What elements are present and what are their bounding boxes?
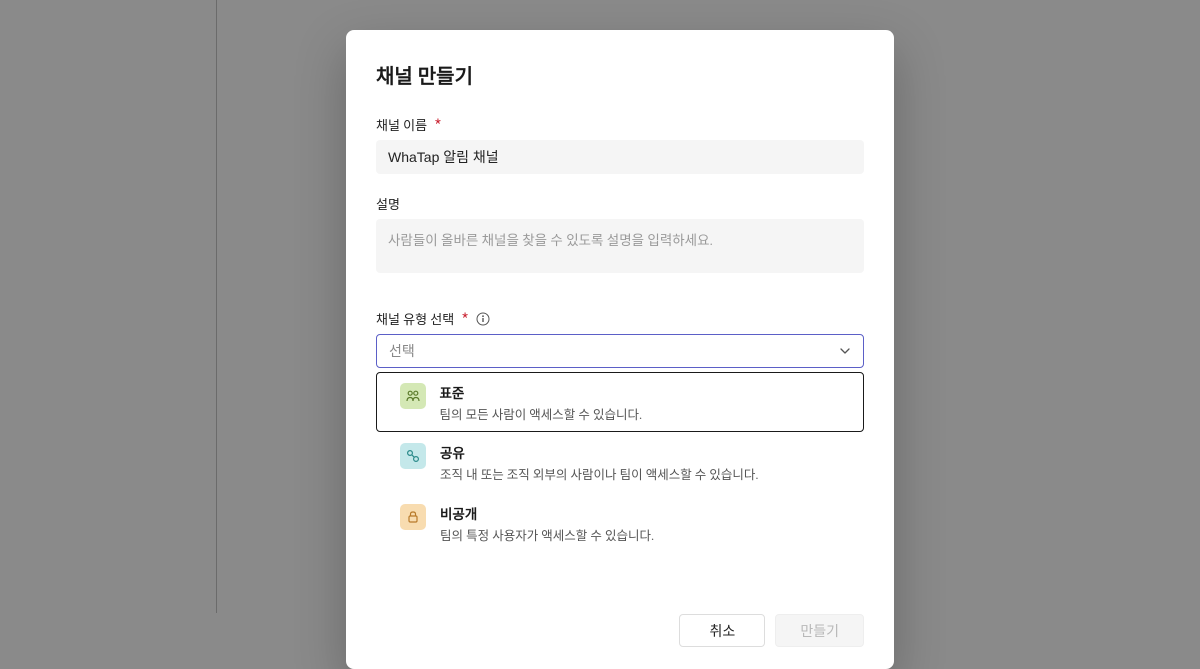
- lock-icon: [400, 504, 426, 530]
- modal-title: 채널 만들기: [376, 60, 864, 89]
- channel-type-dropdown: 표준 팀의 모든 사람이 액세스할 수 있습니다. 공유 조: [376, 372, 864, 554]
- channel-type-label-text: 채널 유형 선택: [376, 309, 454, 328]
- page-background: 채널 만들기 채널 이름 * 설명 채널 유형 선택 *: [0, 0, 1200, 613]
- channel-name-field-group: 채널 이름 *: [376, 115, 864, 174]
- channel-type-label: 채널 유형 선택 *: [376, 309, 864, 328]
- channel-type-option-shared[interactable]: 공유 조직 내 또는 조직 외부의 사람이나 팀이 액세스할 수 있습니다.: [376, 432, 864, 493]
- channel-type-option-private[interactable]: 비공개 팀의 특정 사용자가 액세스할 수 있습니다.: [376, 493, 864, 554]
- create-channel-modal: 채널 만들기 채널 이름 * 설명 채널 유형 선택 *: [346, 30, 894, 669]
- channel-type-placeholder: 선택: [389, 341, 415, 361]
- modal-footer: 취소 만들기: [376, 614, 864, 647]
- create-button[interactable]: 만들기: [775, 614, 864, 647]
- share-icon: [400, 443, 426, 469]
- description-label: 설명: [376, 194, 864, 213]
- channel-type-option-standard[interactable]: 표준 팀의 모든 사람이 액세스할 수 있습니다.: [376, 372, 864, 432]
- option-desc: 팀의 모든 사람이 액세스할 수 있습니다.: [440, 404, 643, 423]
- option-desc: 팀의 특정 사용자가 액세스할 수 있습니다.: [440, 525, 654, 544]
- option-text: 비공개 팀의 특정 사용자가 액세스할 수 있습니다.: [440, 503, 654, 544]
- option-desc: 조직 내 또는 조직 외부의 사람이나 팀이 액세스할 수 있습니다.: [440, 464, 759, 483]
- channel-name-input[interactable]: [376, 140, 864, 174]
- channel-name-label: 채널 이름 *: [376, 115, 864, 134]
- option-text: 표준 팀의 모든 사람이 액세스할 수 있습니다.: [440, 382, 643, 423]
- info-icon[interactable]: [476, 312, 490, 326]
- option-title: 표준: [440, 382, 643, 402]
- channel-type-select[interactable]: 선택: [376, 334, 864, 368]
- option-title: 공유: [440, 442, 759, 462]
- required-asterisk: *: [435, 117, 441, 132]
- required-asterisk: *: [462, 311, 468, 326]
- people-icon: [400, 383, 426, 409]
- option-title: 비공개: [440, 503, 654, 523]
- cancel-button[interactable]: 취소: [679, 614, 765, 647]
- description-field-group: 설명: [376, 194, 864, 277]
- channel-name-label-text: 채널 이름: [376, 115, 427, 134]
- description-input[interactable]: [376, 219, 864, 273]
- channel-type-field-group: 채널 유형 선택 * 선택: [376, 309, 864, 554]
- description-label-text: 설명: [376, 194, 400, 213]
- option-text: 공유 조직 내 또는 조직 외부의 사람이나 팀이 액세스할 수 있습니다.: [440, 442, 759, 483]
- sidebar-divider: [216, 0, 217, 613]
- chevron-down-icon: [839, 345, 851, 357]
